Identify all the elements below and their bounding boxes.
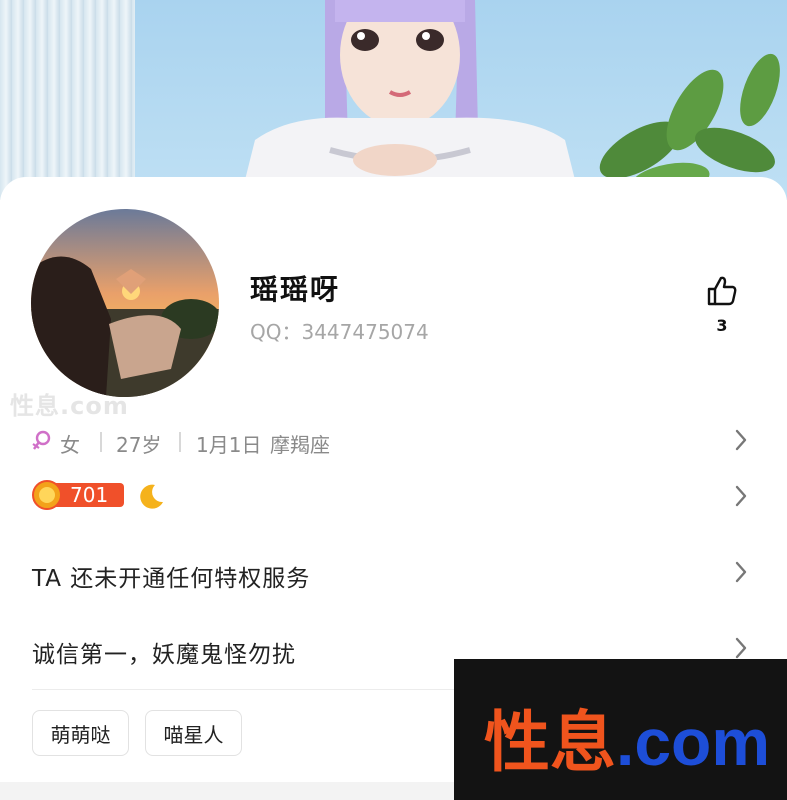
profile-avatar[interactable]	[31, 209, 219, 397]
privilege-text: TA 还未开通任何特权服务	[32, 566, 311, 592]
watermark-cn: 性息	[484, 705, 616, 779]
banner-curtain	[0, 0, 135, 200]
birthday-text: 1月1日	[196, 433, 262, 457]
avatar-photo	[31, 209, 219, 397]
chevron-right-icon	[735, 561, 747, 583]
moon-icon	[140, 484, 163, 509]
female-icon	[32, 430, 51, 450]
privilege-row[interactable]: TA 还未开通任何特权服务	[0, 552, 787, 592]
chevron-right-icon	[735, 429, 747, 451]
watermark-overlay: 性息.com	[454, 659, 787, 800]
gender-text: 女	[60, 433, 80, 457]
thumbs-up-icon[interactable]	[705, 274, 739, 308]
profile-banner	[0, 0, 787, 200]
signature-text: 诚信第一，妖魔鬼怪勿扰	[32, 642, 296, 668]
basic-info-row[interactable]: 女 27岁 1月1日 摩羯座	[0, 420, 787, 460]
chevron-right-icon	[735, 485, 747, 507]
zodiac-text: 摩羯座	[270, 433, 330, 457]
avatar-3d-image	[240, 0, 580, 200]
profile-name: 瑶瑶呀	[250, 273, 341, 306]
level-value: 701	[70, 483, 109, 507]
chevron-right-icon	[735, 637, 747, 659]
like-count: 3	[716, 316, 728, 335]
info-separator	[179, 432, 181, 452]
faint-watermark: 性息.com	[10, 392, 129, 420]
level-row[interactable]: 701	[0, 480, 787, 520]
info-separator	[100, 432, 102, 452]
profile-qq-number: QQ：3447475074	[250, 320, 429, 344]
watermark-domain: .com	[616, 705, 771, 779]
tag-chip[interactable]: 喵星人	[145, 710, 242, 756]
watermark-text: 性息.com	[484, 689, 770, 785]
tag-chip[interactable]: 萌萌哒	[32, 710, 129, 756]
age-text: 27岁	[116, 433, 162, 457]
